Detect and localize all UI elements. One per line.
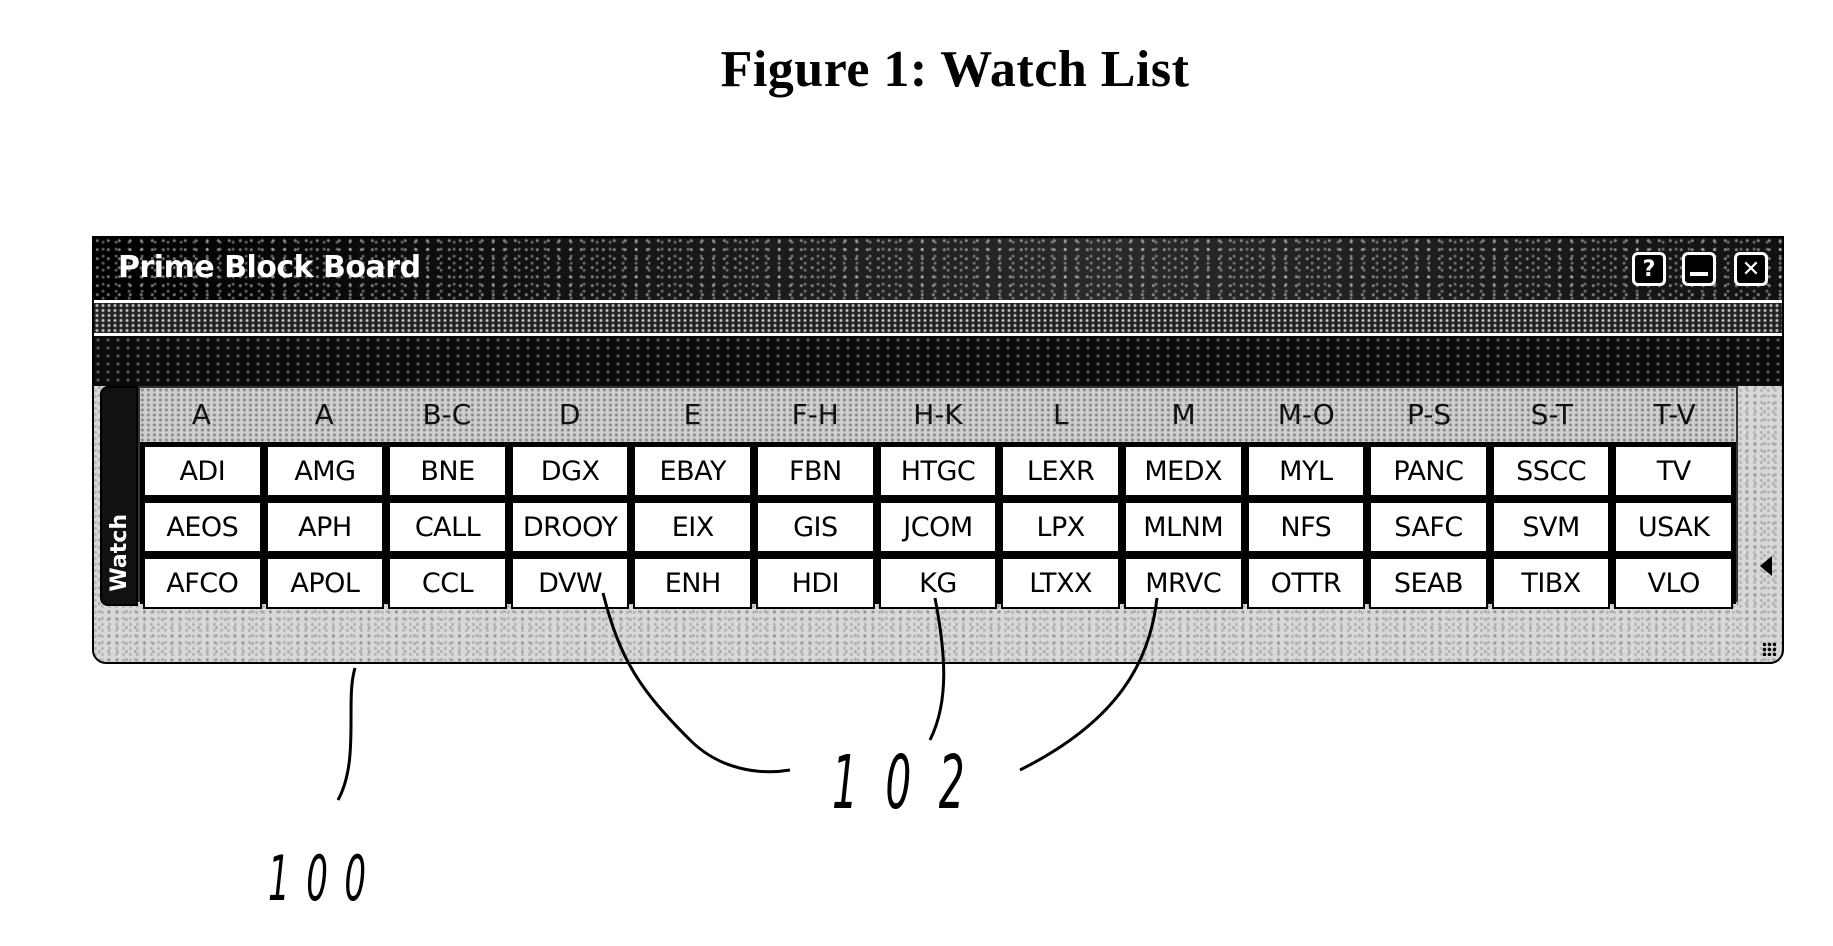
- leader-line-100: [336, 667, 357, 801]
- callout-label-100: 100: [268, 842, 383, 915]
- callout-label-102: 102: [832, 740, 993, 826]
- leader-line-102-kg: [928, 597, 946, 741]
- leader-line-102-mrvc: [1019, 597, 1159, 772]
- leader-line-102-dvw: [601, 592, 791, 774]
